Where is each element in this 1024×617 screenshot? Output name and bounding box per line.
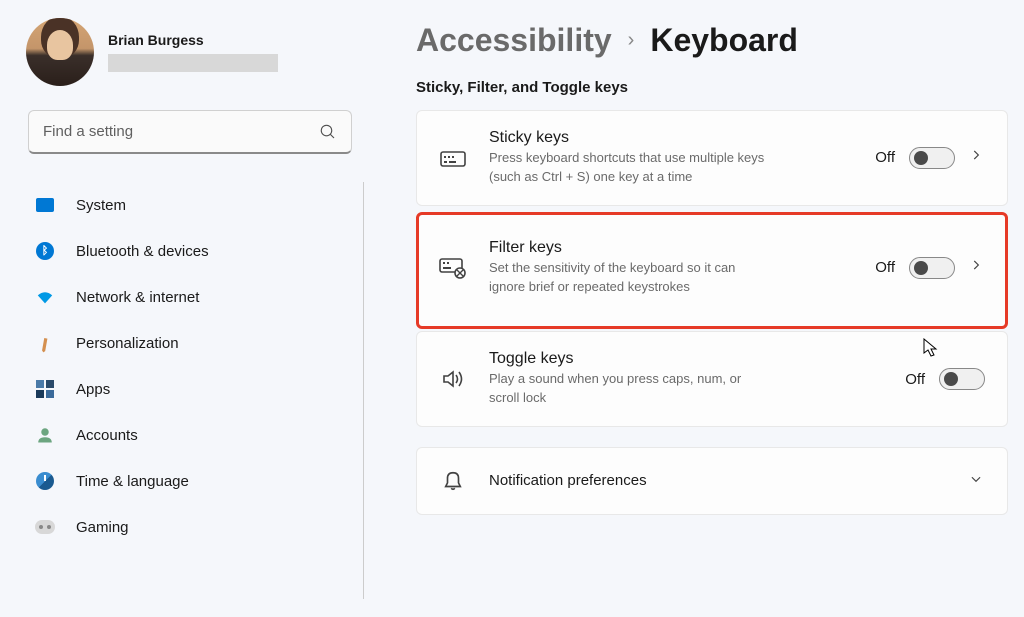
card-title: Toggle keys <box>489 350 883 368</box>
card-filter-keys[interactable]: Filter keys Set the sensitivity of the k… <box>416 212 1008 330</box>
nav-personalization[interactable]: Personalization <box>20 320 359 366</box>
avatar <box>26 18 94 86</box>
bluetooth-icon: ᛒ <box>34 240 56 262</box>
nav-time-language[interactable]: Time & language <box>20 458 359 504</box>
nav-network[interactable]: Network & internet <box>20 274 359 320</box>
mouse-cursor <box>923 338 939 363</box>
nav-system[interactable]: System <box>20 182 359 228</box>
toggle-state: Off <box>875 259 895 276</box>
card-notification-preferences[interactable]: Notification preferences <box>416 447 1008 515</box>
chevron-right-icon[interactable] <box>969 258 985 277</box>
system-icon <box>34 194 56 216</box>
search-box[interactable] <box>28 110 352 154</box>
gamepad-icon <box>34 516 56 538</box>
sound-icon <box>439 369 467 389</box>
toggle-state: Off <box>875 149 895 166</box>
chevron-right-icon[interactable] <box>969 148 985 167</box>
person-icon <box>34 424 56 446</box>
main-content: Accessibility › Keyboard Sticky, Filter,… <box>380 0 1024 617</box>
keyboard-icon <box>439 148 467 168</box>
toggle-state: Off <box>905 371 925 388</box>
toggle-keys-toggle[interactable] <box>939 368 985 390</box>
profile-name: Brian Burgess <box>108 32 360 48</box>
paintbrush-icon <box>34 332 56 354</box>
sidebar: Brian Burgess System ᛒ Bluetooth & devic… <box>0 0 380 617</box>
nav-list: System ᛒ Bluetooth & devices Network & i… <box>20 182 364 599</box>
breadcrumb-parent[interactable]: Accessibility <box>416 22 612 59</box>
wifi-icon <box>34 286 56 308</box>
breadcrumb: Accessibility › Keyboard <box>416 22 1008 59</box>
nav-apps[interactable]: Apps <box>20 366 359 412</box>
search-icon <box>319 123 337 141</box>
sticky-keys-toggle[interactable] <box>909 147 955 169</box>
filter-keys-toggle[interactable] <box>909 257 955 279</box>
clock-globe-icon <box>34 470 56 492</box>
card-description: Press keyboard shortcuts that use multip… <box>489 149 769 187</box>
chevron-down-icon[interactable] <box>969 472 985 491</box>
card-description: Set the sensitivity of the keyboard so i… <box>489 259 769 297</box>
card-title: Sticky keys <box>489 129 853 147</box>
card-title: Notification preferences <box>489 472 947 489</box>
page-title: Keyboard <box>650 22 798 59</box>
section-title: Sticky, Filter, and Toggle keys <box>416 79 1008 96</box>
card-description: Play a sound when you press caps, num, o… <box>489 370 769 408</box>
card-toggle-keys[interactable]: Toggle keys Play a sound when you press … <box>416 331 1008 427</box>
card-sticky-keys[interactable]: Sticky keys Press keyboard shortcuts tha… <box>416 110 1008 206</box>
nav-bluetooth[interactable]: ᛒ Bluetooth & devices <box>20 228 359 274</box>
nav-accounts[interactable]: Accounts <box>20 412 359 458</box>
keyboard-filter-icon <box>439 257 467 279</box>
apps-icon <box>34 378 56 400</box>
profile[interactable]: Brian Burgess <box>20 18 360 86</box>
nav-gaming[interactable]: Gaming <box>20 504 359 550</box>
profile-email-redacted <box>108 54 278 72</box>
bell-icon <box>439 470 467 492</box>
chevron-right-icon: › <box>628 29 635 52</box>
search-input[interactable] <box>43 123 319 140</box>
card-title: Filter keys <box>489 239 853 257</box>
